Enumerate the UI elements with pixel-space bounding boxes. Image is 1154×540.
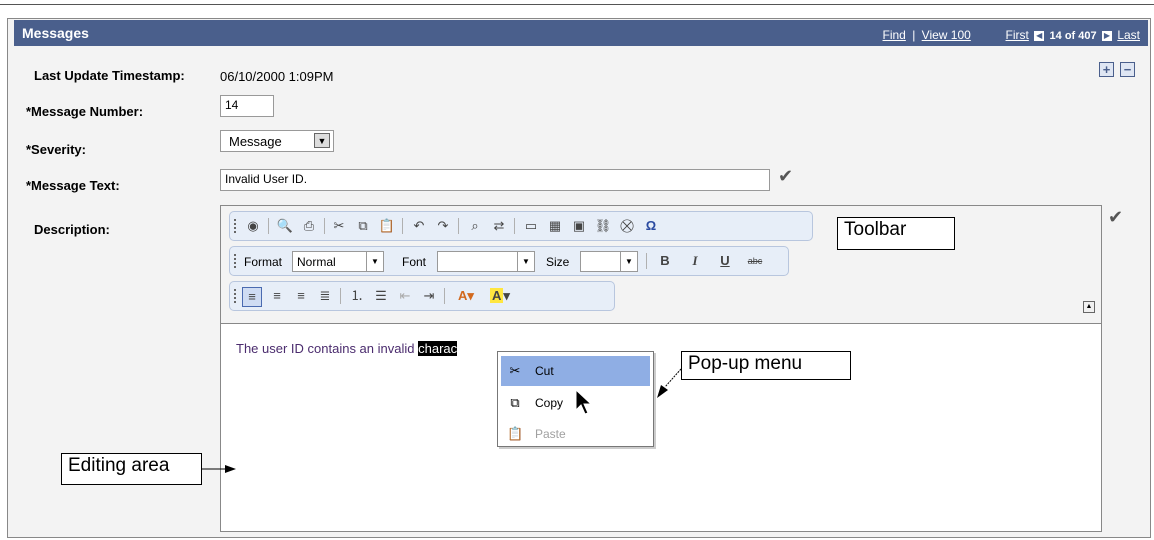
callout-leaders — [202, 368, 682, 473]
popup-leader-arrow — [657, 385, 668, 398]
popup-leader-line — [664, 368, 682, 388]
editing-leader-arrow — [225, 465, 236, 473]
